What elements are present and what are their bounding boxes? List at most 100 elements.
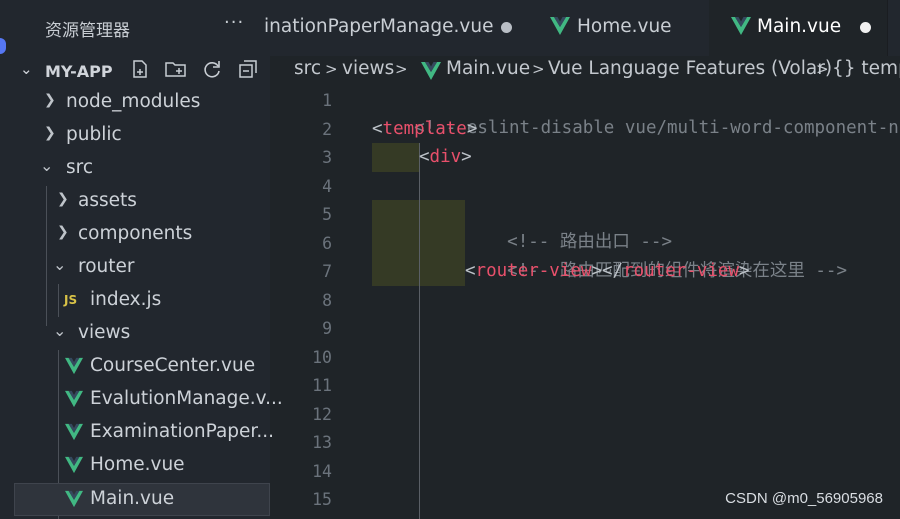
chevron-right-icon: ❯ bbox=[44, 125, 56, 141]
line-number: 7 bbox=[322, 262, 332, 281]
tab-main[interactable]: Main.vue bbox=[709, 0, 888, 56]
tree-item-label: assets bbox=[78, 190, 137, 211]
tree-item-assets[interactable]: ❯ assets bbox=[0, 186, 270, 219]
tree-item-coursecenter[interactable]: CourseCenter.vue bbox=[0, 351, 270, 384]
chevron-right-icon: ❯ bbox=[57, 224, 69, 240]
vue-icon bbox=[65, 490, 83, 508]
tree-item-label: public bbox=[66, 124, 122, 145]
vue-icon bbox=[65, 357, 83, 375]
collapse-all-icon[interactable] bbox=[236, 58, 260, 82]
code-tag: div bbox=[429, 147, 462, 167]
line-number: 15 bbox=[312, 490, 332, 509]
line-number: 4 bbox=[322, 177, 332, 196]
line-number: 5 bbox=[322, 205, 332, 224]
line-number-gutter: 1 2 3 4 5 6 7 8 9 10 11 12 13 14 15 bbox=[270, 86, 365, 519]
breadcrumb-separator: > bbox=[816, 60, 829, 78]
tree-item-label: components bbox=[78, 223, 193, 244]
code-editor[interactable]: <!-- eslint-disable vue/multi-word-compo… bbox=[372, 86, 900, 519]
line-number: 2 bbox=[322, 120, 332, 139]
workspace-header[interactable]: ⌄ MY-APP bbox=[0, 54, 270, 87]
line-number: 9 bbox=[322, 319, 332, 338]
code-punct: ></ bbox=[591, 261, 624, 281]
tab-label: Main.vue bbox=[757, 16, 842, 37]
tree-item-router[interactable]: ⌄ router bbox=[0, 252, 270, 285]
vue-icon bbox=[731, 17, 751, 35]
chevron-down-icon: ⌄ bbox=[53, 321, 67, 340]
tree-item-label: ExaminationPaper... bbox=[90, 421, 274, 442]
tab-examinationpapermanage[interactable]: inationPaperManage.vue bbox=[264, 0, 529, 56]
more-actions-icon[interactable]: ··· bbox=[224, 12, 244, 33]
vue-icon bbox=[65, 390, 83, 408]
breadcrumb-item[interactable]: views bbox=[342, 58, 394, 79]
new-folder-icon[interactable] bbox=[164, 58, 188, 82]
tree-item-label: src bbox=[66, 157, 94, 178]
line-number: 8 bbox=[322, 291, 332, 310]
code-line-6: <!-- 路由匹配到的组件将渲染在这里 --> bbox=[465, 229, 847, 281]
code-comment: <!-- eslint-disable vue/multi-word-compo… bbox=[414, 118, 899, 138]
vue-icon bbox=[421, 62, 441, 80]
tree-item-src[interactable]: ⌄ src bbox=[0, 153, 270, 186]
vue-icon bbox=[65, 423, 83, 441]
line-number: 11 bbox=[312, 376, 332, 395]
code-punct: < bbox=[465, 261, 476, 281]
modified-dot-icon[interactable] bbox=[860, 22, 871, 33]
chevron-down-icon: ⌄ bbox=[53, 255, 67, 274]
tree-item-public[interactable]: ❯ public bbox=[0, 120, 270, 153]
code-punct: > bbox=[461, 147, 472, 167]
tree-item-evalutionmanage[interactable]: EvalutionManage.v... bbox=[0, 384, 283, 417]
tree-item-components[interactable]: ❯ components bbox=[0, 219, 270, 252]
line-number: 12 bbox=[312, 405, 332, 424]
breadcrumb-separator: > bbox=[395, 60, 408, 78]
watermark-text: CSDN @m0_56905968 bbox=[725, 490, 883, 507]
breadcrumb-separator: > bbox=[532, 60, 545, 78]
breadcrumb: src > views > Main.vue > Vue Language Fe… bbox=[270, 56, 900, 86]
code-tag: router-view bbox=[623, 261, 739, 281]
code-line-3: <div> bbox=[419, 143, 472, 171]
tree-item-label: views bbox=[78, 322, 131, 343]
tree-item-examinationpaper[interactable]: ExaminationPaper... bbox=[0, 417, 274, 450]
new-file-icon[interactable] bbox=[128, 58, 152, 82]
code-line-7: <router-view></router-view> bbox=[465, 257, 750, 285]
line-number: 1 bbox=[322, 91, 332, 110]
activity-badge bbox=[0, 38, 6, 54]
breadcrumb-item[interactable]: Main.vue bbox=[446, 58, 530, 79]
breadcrumb-item[interactable]: Vue Language Features (Volar) bbox=[548, 58, 832, 79]
tree-item-views[interactable]: ⌄ views bbox=[0, 318, 270, 351]
tree-item-label: CourseCenter.vue bbox=[90, 355, 256, 376]
indent-guide bbox=[419, 143, 420, 519]
vue-icon bbox=[65, 456, 83, 474]
tree-item-label: node_modules bbox=[66, 91, 201, 112]
breadcrumb-item[interactable]: {} temp bbox=[832, 58, 900, 79]
explorer-title: 资源管理器 bbox=[45, 21, 130, 41]
line-number: 3 bbox=[322, 148, 332, 167]
line-number: 6 bbox=[322, 234, 332, 253]
code-line-5: <!-- 路由出口 --> bbox=[465, 200, 672, 252]
tab-home[interactable]: Home.vue bbox=[528, 0, 710, 56]
line-number: 14 bbox=[312, 462, 332, 481]
tree-item-index-js[interactable]: JS index.js bbox=[0, 285, 270, 318]
editor-tabs: inationPaperManage.vue Home.vue Main.vue bbox=[264, 0, 900, 56]
code-punct: < bbox=[372, 119, 383, 139]
chevron-down-icon: ⌄ bbox=[20, 60, 33, 78]
javascript-icon: JS bbox=[64, 293, 78, 307]
modified-dot-icon[interactable] bbox=[501, 22, 512, 33]
code-punct: > bbox=[738, 261, 750, 281]
code-tag: router-view bbox=[475, 261, 592, 281]
tree-item-label: index.js bbox=[90, 289, 162, 310]
explorer-sidebar: 资源管理器 ··· ⌄ MY-APP ❯ node_modules ❯ publ… bbox=[0, 0, 283, 519]
tree-item-label: Main.vue bbox=[90, 488, 175, 509]
tree-item-home[interactable]: Home.vue bbox=[0, 450, 270, 483]
code-punct: > bbox=[466, 119, 478, 139]
chevron-down-icon: ⌄ bbox=[40, 156, 54, 175]
breadcrumb-separator: > bbox=[325, 60, 338, 78]
tab-label: Home.vue bbox=[577, 16, 672, 37]
breadcrumb-item[interactable]: src bbox=[294, 58, 321, 79]
chevron-right-icon: ❯ bbox=[44, 92, 56, 108]
tree-item-label: EvalutionManage.v... bbox=[90, 388, 283, 409]
tree-item-node-modules[interactable]: ❯ node_modules bbox=[0, 87, 270, 120]
tree-item-label: router bbox=[78, 256, 135, 277]
workspace-name: MY-APP bbox=[45, 62, 113, 81]
refresh-icon[interactable] bbox=[200, 58, 224, 82]
line-number: 10 bbox=[312, 348, 332, 367]
tree-item-main[interactable]: Main.vue bbox=[14, 483, 270, 516]
